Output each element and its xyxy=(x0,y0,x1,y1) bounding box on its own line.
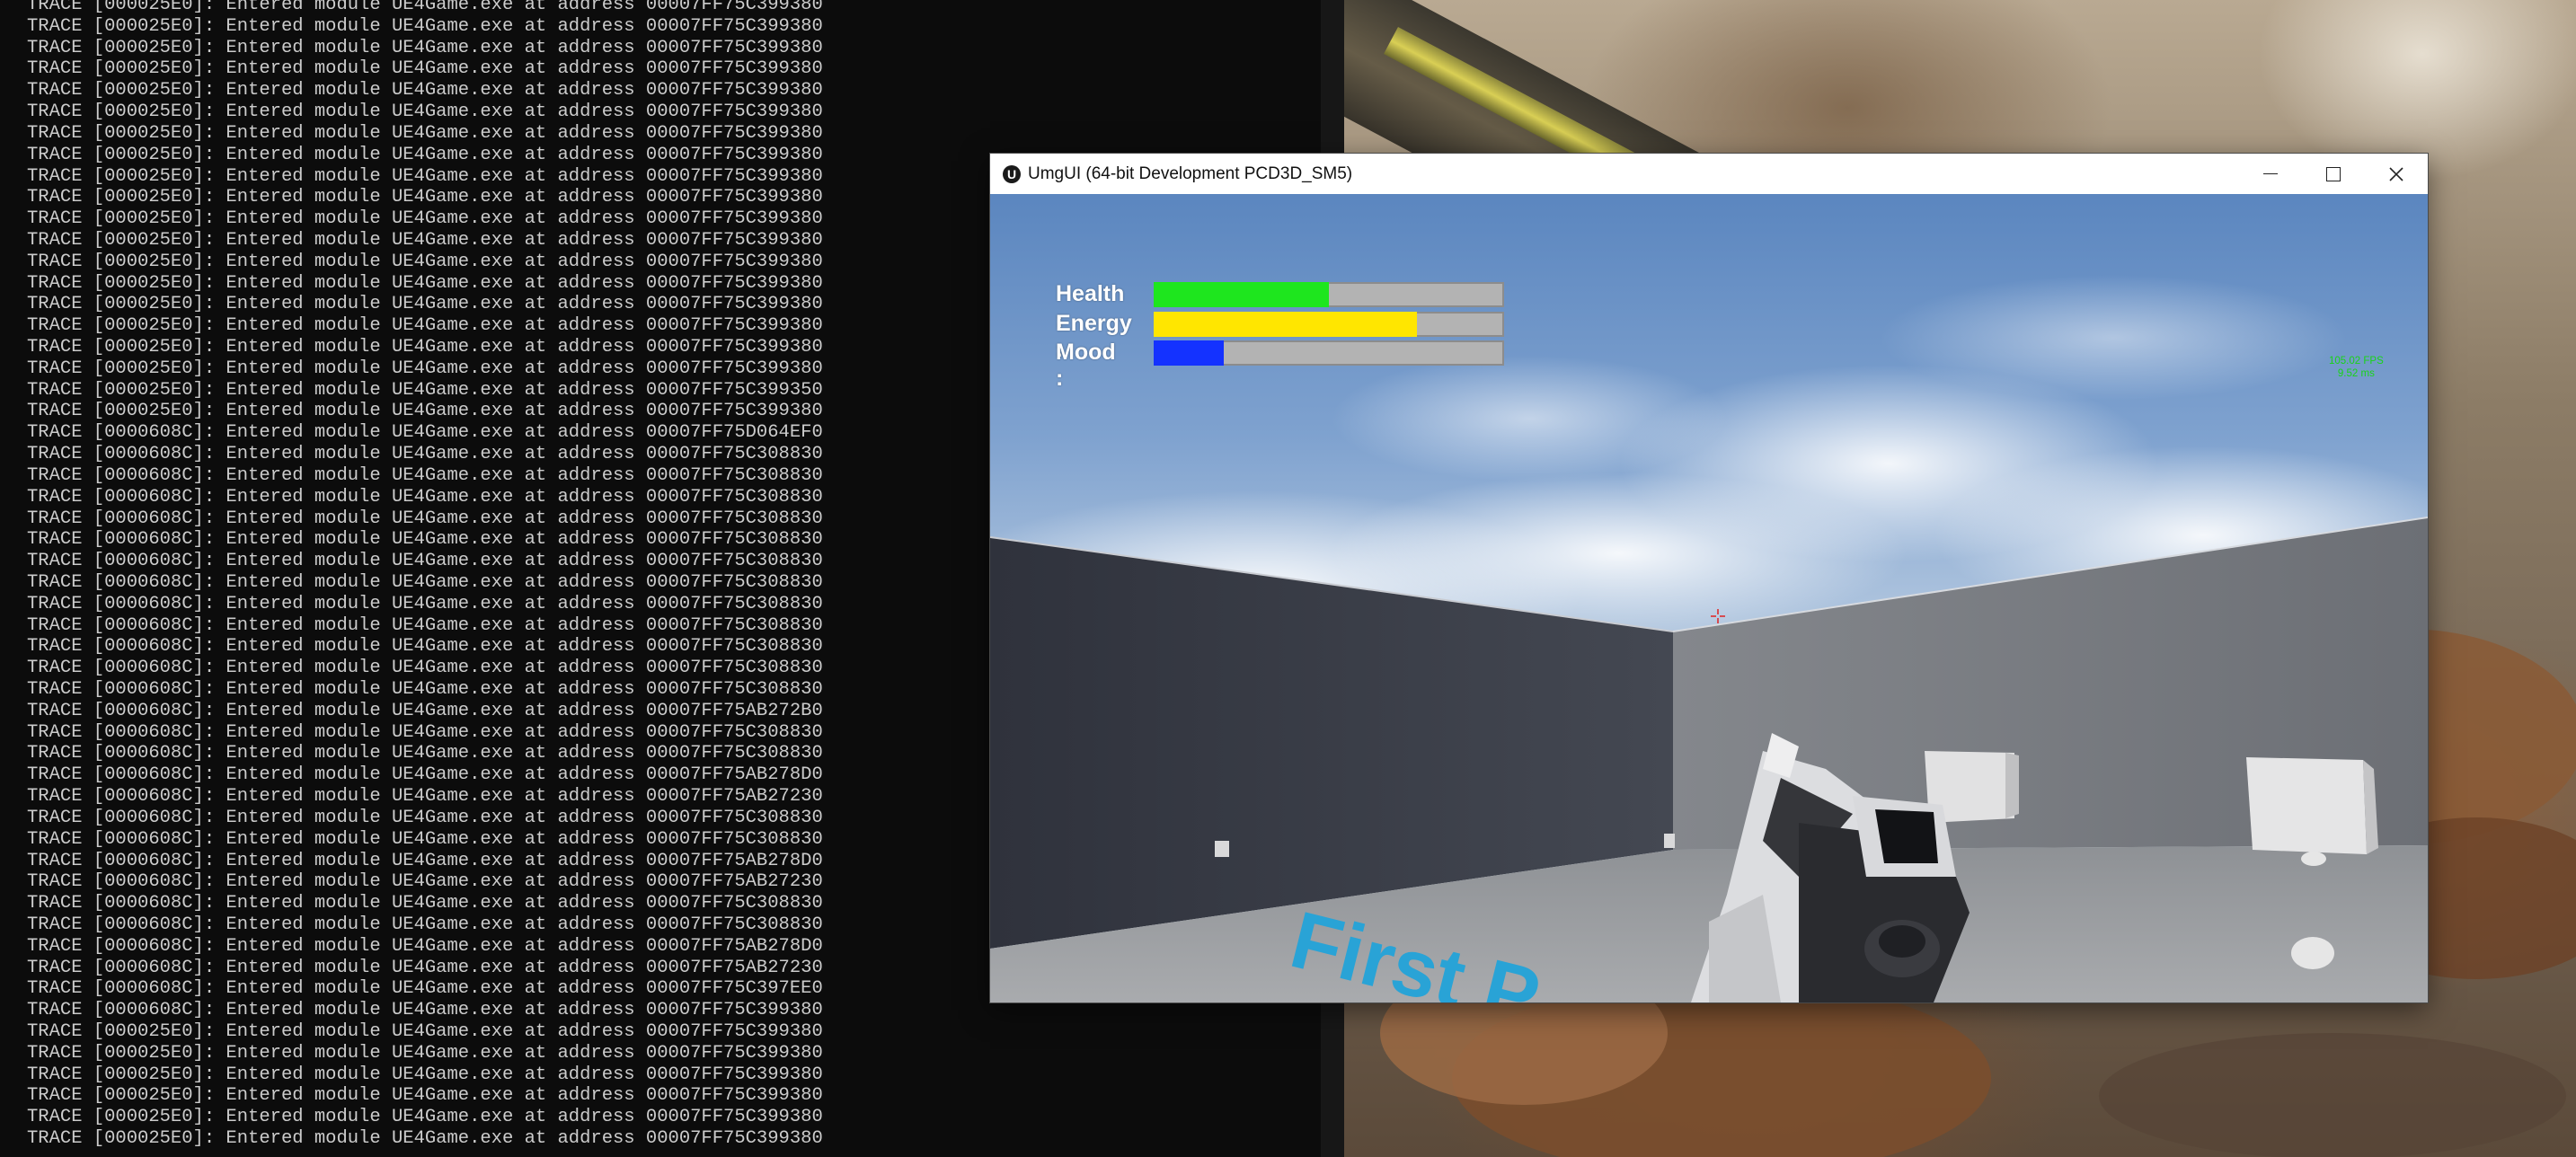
console-line: TRACE [0000608C]: Entered module UE4Game… xyxy=(27,957,823,978)
console-line: TRACE [0000608C]: Entered module UE4Game… xyxy=(27,422,823,444)
console-line: TRACE [0000608C]: Entered module UE4Game… xyxy=(27,743,823,764)
console-line: TRACE [0000608C]: Entered module UE4Game… xyxy=(27,464,823,486)
console-line: TRACE [0000608C]: Entered module UE4Game… xyxy=(27,679,823,700)
console-line: TRACE [000025E0]: Entered module UE4Game… xyxy=(27,102,823,123)
console-line: TRACE [0000608C]: Entered module UE4Game… xyxy=(27,828,823,850)
console-line: TRACE [000025E0]: Entered module UE4Game… xyxy=(27,165,823,187)
console-line: TRACE [0000608C]: Entered module UE4Game… xyxy=(27,871,823,893)
console-line: TRACE [000025E0]: Entered module UE4Game… xyxy=(27,401,823,422)
health-bar-fill xyxy=(1154,282,1329,307)
console-line: TRACE [0000608C]: Entered module UE4Game… xyxy=(27,914,823,935)
health-bar xyxy=(1154,282,1504,307)
console-line: TRACE [000025E0]: Entered module UE4Game… xyxy=(27,358,823,379)
maximize-button[interactable] xyxy=(2302,154,2365,194)
console-line: TRACE [000025E0]: Entered module UE4Game… xyxy=(27,15,823,37)
energy-bar xyxy=(1154,312,1504,337)
mood-bar-fill xyxy=(1154,340,1224,366)
console-line: TRACE [0000608C]: Entered module UE4Game… xyxy=(27,978,823,1000)
console-line: TRACE [000025E0]: Entered module UE4Game… xyxy=(27,315,823,337)
minimize-button[interactable] xyxy=(2239,154,2302,194)
console-line: TRACE [000025E0]: Entered module UE4Game… xyxy=(27,0,823,15)
window-titlebar[interactable]: U UmgUI (64-bit Development PCD3D_SM5) xyxy=(990,154,2428,194)
console-line: TRACE [000025E0]: Entered module UE4Game… xyxy=(27,1064,823,1085)
fps-value: 105.02 FPS xyxy=(2329,356,2384,367)
unreal-logo-icon: U xyxy=(1003,164,1021,183)
console-line: TRACE [0000608C]: Entered module UE4Game… xyxy=(27,807,823,828)
console-line: TRACE [000025E0]: Entered module UE4Game… xyxy=(27,379,823,401)
console-line: TRACE [0000608C]: Entered module UE4Game… xyxy=(27,1000,823,1021)
console-line: TRACE [0000608C]: Entered module UE4Game… xyxy=(27,636,823,658)
console-line: TRACE [000025E0]: Entered module UE4Game… xyxy=(27,337,823,358)
frame-time-value: 9.52 ms xyxy=(2337,368,2375,379)
console-line: TRACE [0000608C]: Entered module UE4Game… xyxy=(27,935,823,957)
minimize-icon xyxy=(2263,172,2278,175)
close-icon xyxy=(2389,166,2403,181)
console-line: TRACE [000025E0]: Entered module UE4Game… xyxy=(27,122,823,144)
console-output: TRACE [000025E0]: Entered module UE4Game… xyxy=(27,0,823,1150)
game-viewport[interactable]: First P Health : Energy : Mood: 105.02 … xyxy=(990,194,2428,1002)
console-line: TRACE [000025E0]: Entered module UE4Game… xyxy=(27,37,823,58)
maximize-icon xyxy=(2326,166,2341,181)
console-line: TRACE [0000608C]: Entered module UE4Game… xyxy=(27,444,823,465)
console-line: TRACE [0000608C]: Entered module UE4Game… xyxy=(27,571,823,593)
console-line: TRACE [0000608C]: Entered module UE4Game… xyxy=(27,764,823,786)
close-button[interactable] xyxy=(2365,154,2428,194)
console-line: TRACE [0000608C]: Entered module UE4Game… xyxy=(27,893,823,914)
console-line: TRACE [000025E0]: Entered module UE4Game… xyxy=(27,294,823,315)
mood-label: Mood : xyxy=(1056,340,1116,391)
console-line: TRACE [000025E0]: Entered module UE4Game… xyxy=(27,272,823,294)
console-line: TRACE [0000608C]: Entered module UE4Game… xyxy=(27,486,823,508)
console-line: TRACE [000025E0]: Entered module UE4Game… xyxy=(27,1128,823,1150)
console-line: TRACE [000025E0]: Entered module UE4Game… xyxy=(27,187,823,208)
console-line: TRACE [000025E0]: Entered module UE4Game… xyxy=(27,229,823,251)
console-line: TRACE [000025E0]: Entered module UE4Game… xyxy=(27,1107,823,1128)
mood-bar xyxy=(1154,340,1504,366)
console-line: TRACE [000025E0]: Entered module UE4Game… xyxy=(27,80,823,102)
crosshair-icon xyxy=(1711,609,1725,623)
console-line: TRACE [000025E0]: Entered module UE4Game… xyxy=(27,208,823,230)
console-line: TRACE [0000608C]: Entered module UE4Game… xyxy=(27,850,823,871)
console-line: TRACE [000025E0]: Entered module UE4Game… xyxy=(27,251,823,272)
energy-bar-fill xyxy=(1154,312,1417,337)
console-line: TRACE [0000608C]: Entered module UE4Game… xyxy=(27,593,823,614)
console-line: TRACE [000025E0]: Entered module UE4Game… xyxy=(27,1042,823,1064)
console-line: TRACE [0000608C]: Entered module UE4Game… xyxy=(27,721,823,743)
console-line: TRACE [0000608C]: Entered module UE4Game… xyxy=(27,529,823,551)
console-line: TRACE [0000608C]: Entered module UE4Game… xyxy=(27,700,823,721)
game-window[interactable]: U UmgUI (64-bit Development PCD3D_SM5) F… xyxy=(990,154,2428,1002)
console-line: TRACE [000025E0]: Entered module UE4Game… xyxy=(27,1085,823,1107)
console-line: TRACE [000025E0]: Entered module UE4Game… xyxy=(27,58,823,80)
console-line: TRACE [0000608C]: Entered module UE4Game… xyxy=(27,508,823,529)
console-line: TRACE [0000608C]: Entered module UE4Game… xyxy=(27,614,823,636)
console-line: TRACE [000025E0]: Entered module UE4Game… xyxy=(27,144,823,165)
console-line: TRACE [0000608C]: Entered module UE4Game… xyxy=(27,658,823,679)
stat-fps-overlay: 105.02 FPS 9.52 ms xyxy=(2329,355,2384,380)
window-title: UmgUI (64-bit Development PCD3D_SM5) xyxy=(1028,163,1353,183)
console-line: TRACE [0000608C]: Entered module UE4Game… xyxy=(27,786,823,808)
console-line: TRACE [0000608C]: Entered module UE4Game… xyxy=(27,551,823,572)
console-line: TRACE [000025E0]: Entered module UE4Game… xyxy=(27,1021,823,1042)
